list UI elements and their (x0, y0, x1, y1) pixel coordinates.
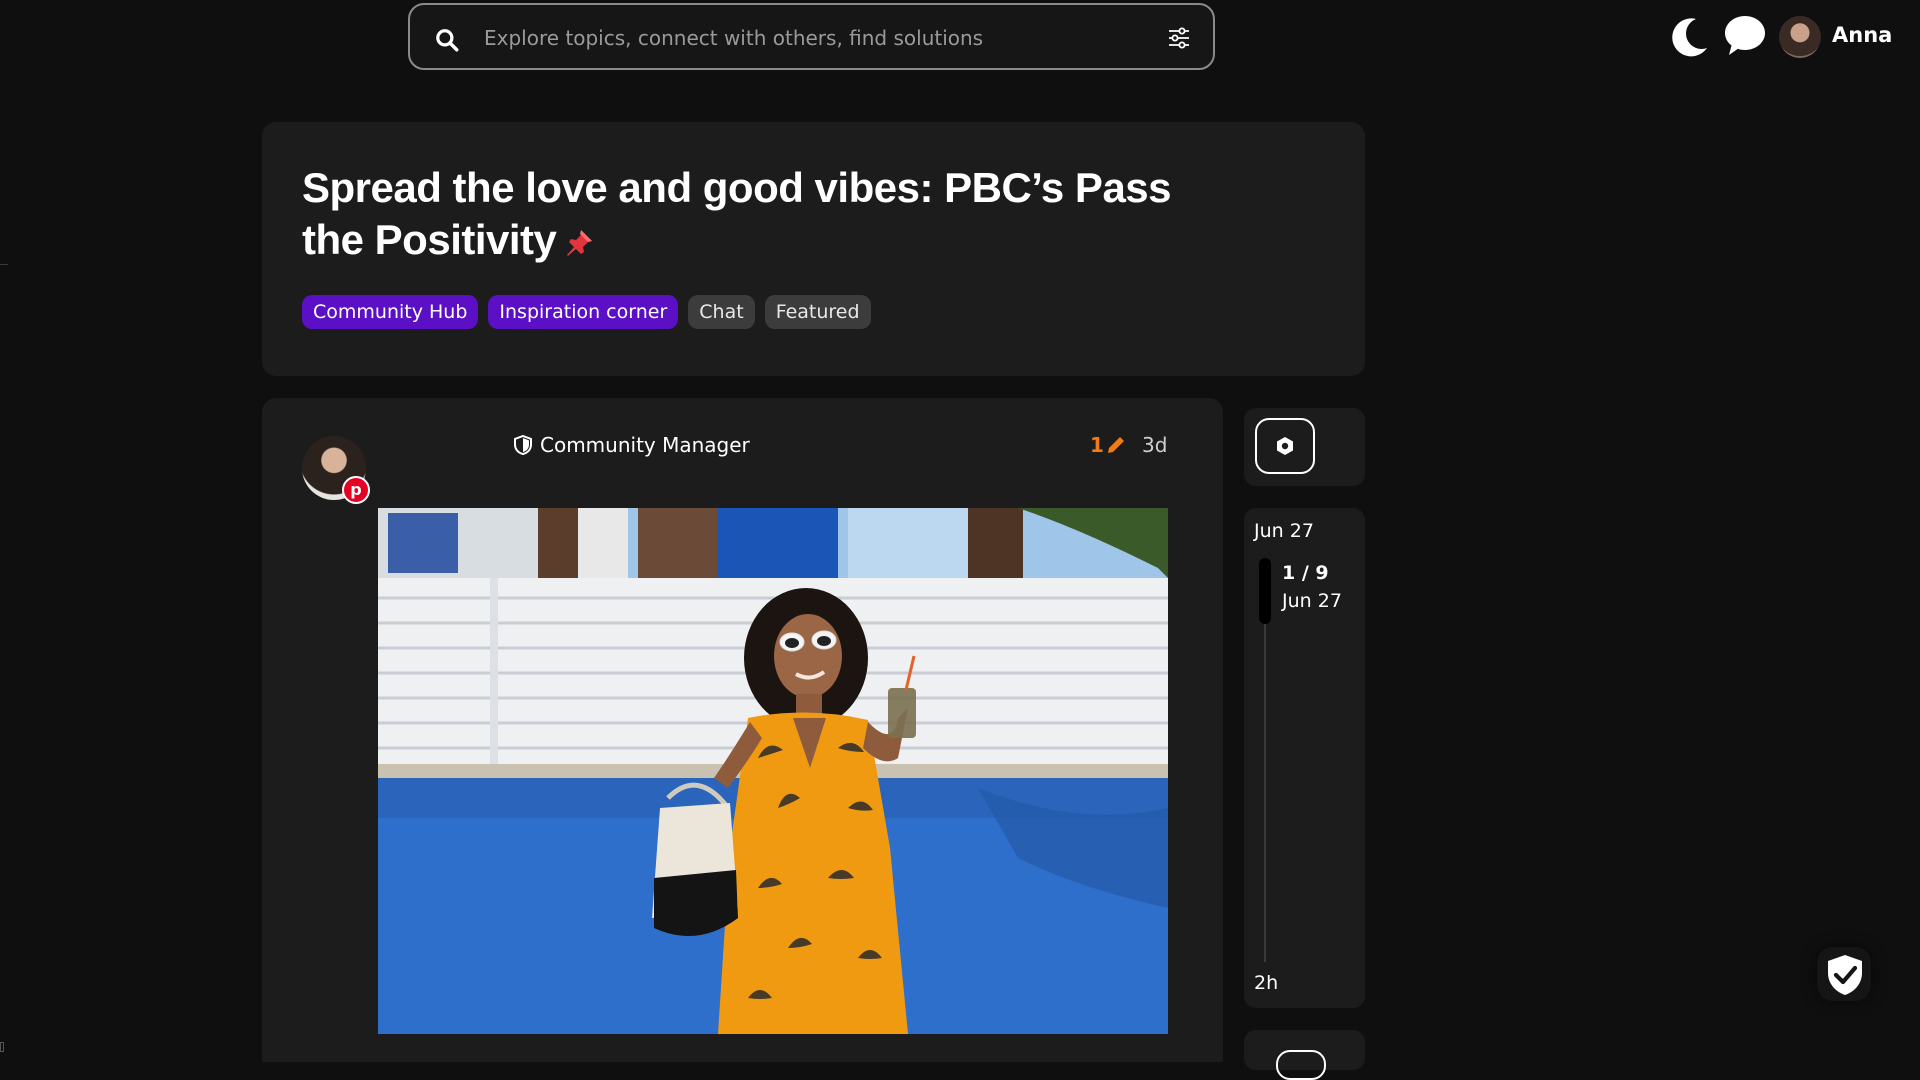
left-edge-marker (0, 1042, 4, 1052)
shield-check-icon (1828, 955, 1862, 995)
topic-title-wrap: Spread the love and good vibes: PBC’s Pa… (302, 162, 1222, 266)
pencil-icon (1107, 437, 1124, 453)
username[interactable]: Anna (1832, 23, 1892, 47)
tag-inspiration-corner[interactable]: Inspiration corner (488, 295, 679, 329)
edit-count: 1 (1090, 433, 1104, 457)
filter-icon[interactable] (1167, 27, 1191, 49)
timeline-start-date[interactable]: Jun 27 (1254, 520, 1314, 542)
pinterest-badge-icon: p (342, 476, 370, 504)
shield-icon (514, 435, 532, 455)
moon-icon[interactable] (1670, 16, 1710, 58)
tag-featured[interactable]: Featured (764, 295, 871, 329)
topic-timeline: Jun 27 1 / 9 Jun 27 2h (1244, 508, 1365, 1008)
author-role: Community Manager (514, 433, 750, 457)
left-edge-divider (0, 264, 8, 265)
topic-title: Spread the love and good vibes: PBC’s Pa… (302, 164, 1172, 263)
timeline-position: 1 / 9 (1282, 562, 1329, 584)
verify-badge-button[interactable] (1817, 947, 1871, 1001)
post: p Community Manager 1 3d (262, 398, 1223, 1062)
role-label: Community Manager (540, 433, 750, 457)
pin-icon (567, 230, 593, 256)
tag-chat[interactable]: Chat (688, 295, 755, 329)
post-age[interactable]: 3d (1142, 433, 1167, 457)
chat-icon[interactable] (1723, 13, 1767, 59)
post-image[interactable] (378, 508, 1168, 1034)
timeline-scroll-handle[interactable] (1259, 558, 1271, 624)
timeline-end-label[interactable]: 2h (1254, 972, 1278, 994)
admin-settings-button[interactable] (1255, 418, 1315, 474)
sidebar-next-panel (1244, 1030, 1365, 1080)
sidebar-next-button[interactable] (1276, 1050, 1326, 1080)
edit-history[interactable]: 1 (1090, 433, 1126, 457)
tag-community-hub[interactable]: Community Hub (302, 295, 479, 329)
hexagon-settings-icon (1277, 437, 1293, 455)
search-input[interactable] (482, 19, 1126, 57)
topic-header: Spread the love and good vibes: PBC’s Pa… (262, 122, 1365, 376)
search-icon (436, 29, 459, 52)
topic-admin-panel (1244, 408, 1365, 486)
tag-list: Community Hub Inspiration corner Chat Fe… (302, 295, 871, 329)
search-bar[interactable] (408, 3, 1215, 70)
user-avatar[interactable] (1779, 16, 1821, 58)
timeline-current-date: Jun 27 (1282, 590, 1342, 612)
